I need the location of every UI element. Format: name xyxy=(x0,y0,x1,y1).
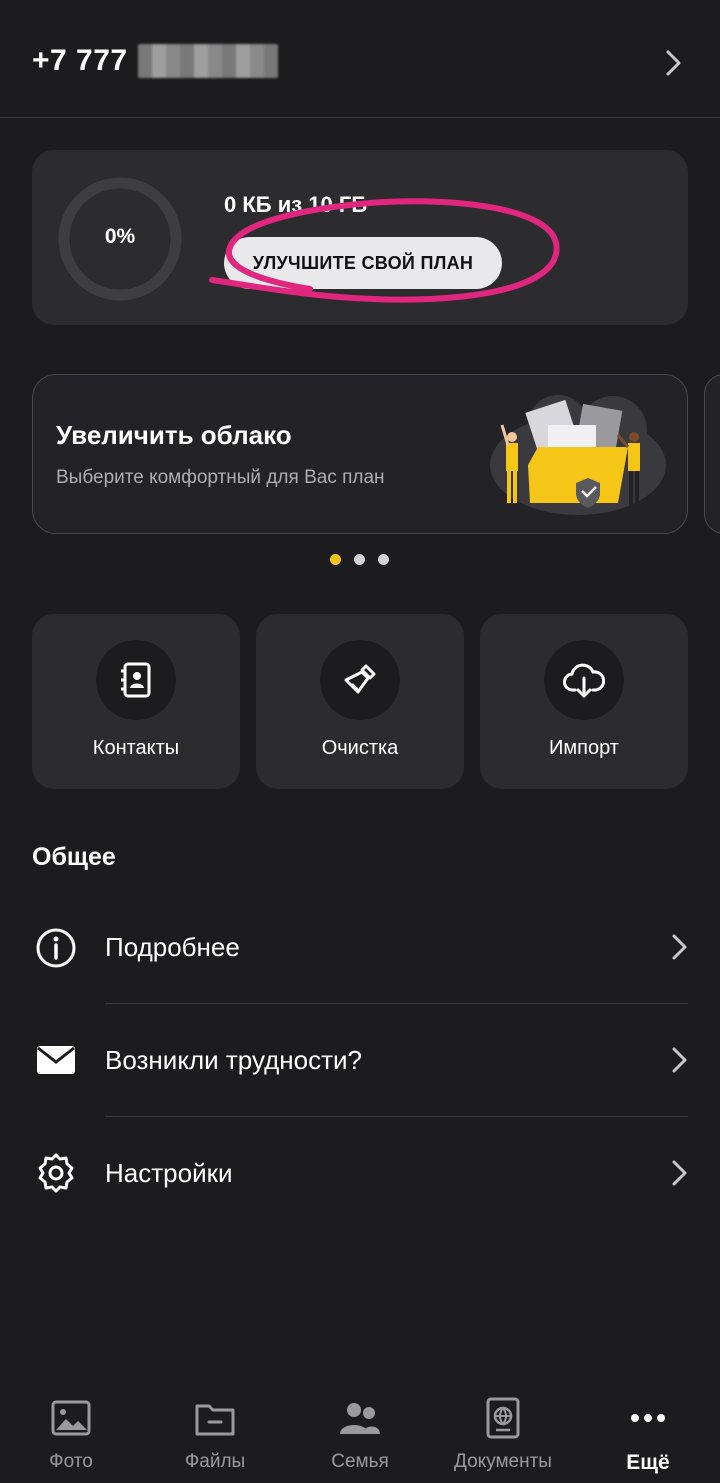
storage-percent: 0% xyxy=(104,225,136,248)
tile-contacts-label: Контакты xyxy=(92,737,180,759)
passport-icon xyxy=(486,1397,520,1439)
nav-files[interactable]: Файлы xyxy=(145,1390,285,1473)
nav-photos-label: Фото xyxy=(49,1451,93,1472)
promo-banner-next[interactable] xyxy=(704,374,720,534)
info-icon xyxy=(36,928,76,968)
carousel-dot-active[interactable] xyxy=(330,554,341,565)
promo-subtitle: Выберите комфортный для Вас план xyxy=(56,467,385,488)
storage-usage: 0 КБ из 10 ГБ xyxy=(224,192,368,217)
cloud-folder-illustration xyxy=(490,395,666,515)
carousel-dot[interactable] xyxy=(354,554,365,565)
chevron-right-icon[interactable] xyxy=(660,48,686,78)
upgrade-plan-button[interactable]: УЛУЧШИТЕ СВОЙ ПЛАН xyxy=(224,237,502,289)
section-title-general: Общее xyxy=(32,843,116,871)
gear-icon xyxy=(38,1153,74,1193)
nav-more[interactable]: Ещё xyxy=(578,1390,718,1475)
nav-more-label: Ещё xyxy=(626,1451,670,1474)
chevron-right-icon xyxy=(672,1160,687,1186)
tile-cleanup-label: Очистка xyxy=(321,737,399,759)
more-icon xyxy=(631,1414,665,1422)
broom-icon xyxy=(320,640,400,720)
nav-files-label: Файлы xyxy=(184,1451,246,1472)
phone-number: +7 777 xyxy=(32,44,128,77)
promo-title: Увеличить облако xyxy=(56,420,292,450)
nav-documents[interactable]: Документы xyxy=(433,1390,573,1473)
folder-icon xyxy=(195,1404,235,1436)
tile-import-label: Импорт xyxy=(549,737,619,759)
phone-number-redacted xyxy=(138,44,278,78)
cloud-download-icon xyxy=(544,640,624,720)
menu-item-settings-label: Настройки xyxy=(105,1158,233,1188)
mail-icon xyxy=(37,1046,75,1074)
nav-family[interactable]: Семья xyxy=(290,1390,430,1473)
carousel-dot[interactable] xyxy=(378,554,389,565)
family-icon xyxy=(340,1403,380,1434)
chevron-right-icon xyxy=(672,934,687,960)
nav-family-label: Семья xyxy=(331,1451,389,1472)
nav-documents-label: Документы xyxy=(454,1451,552,1472)
menu-item-details-label: Подробнее xyxy=(105,932,240,962)
menu-item-support-label: Возникли трудности? xyxy=(105,1045,362,1075)
chevron-right-icon xyxy=(672,1047,687,1073)
photo-icon xyxy=(51,1400,91,1436)
nav-photos[interactable]: Фото xyxy=(1,1390,141,1473)
contacts-icon xyxy=(96,640,176,720)
